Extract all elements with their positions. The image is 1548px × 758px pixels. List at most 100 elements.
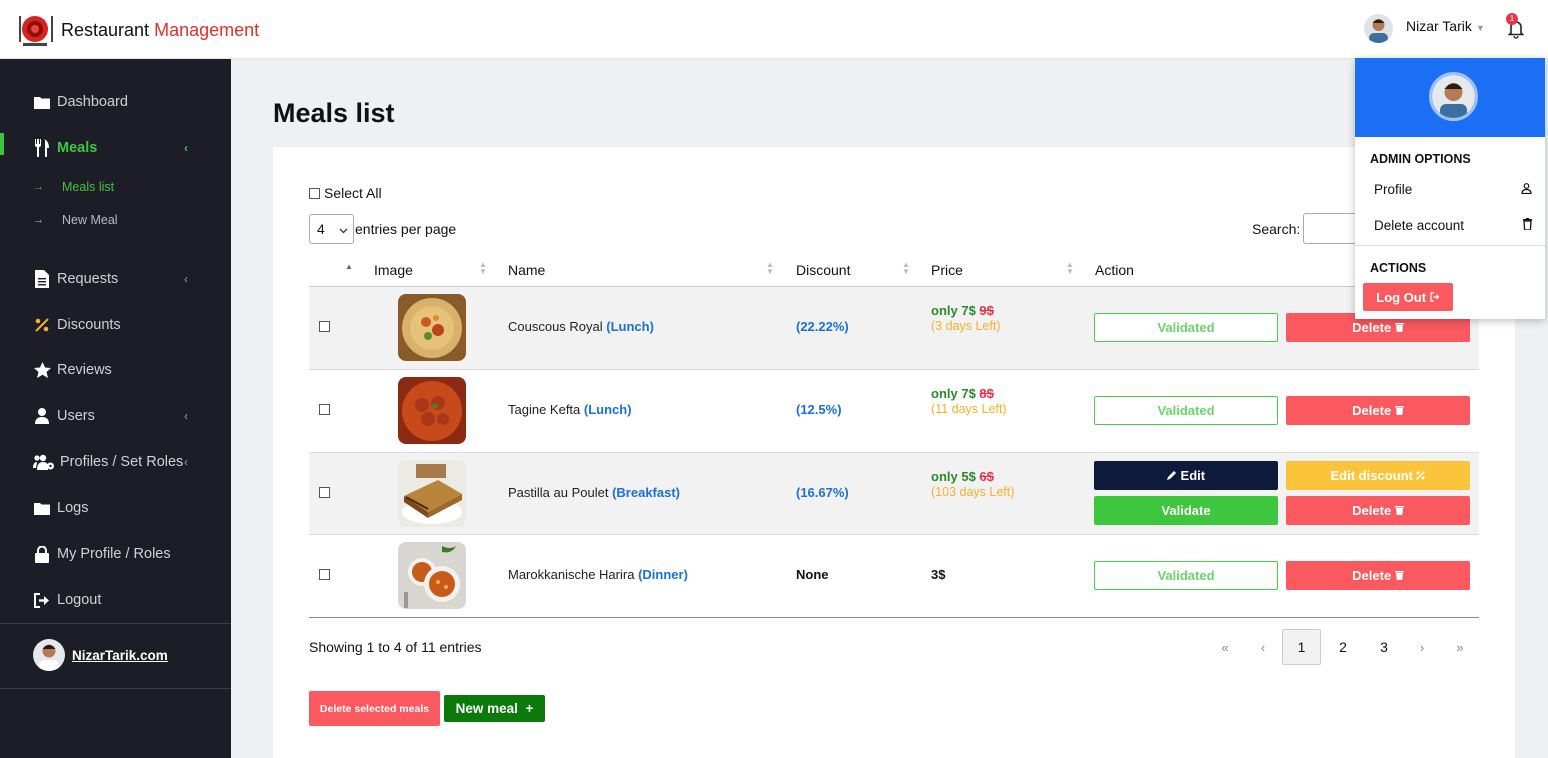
sidebar-item-label: Meals — [57, 140, 98, 156]
sort-icon[interactable]: ▲ ▼ — [766, 261, 774, 276]
sidebar-item-logs[interactable]: Logs — [0, 493, 231, 523]
select-all-checkbox[interactable]: Select All — [309, 185, 382, 201]
sign-out-icon — [1430, 290, 1440, 305]
chevron-down-icon[interactable]: ▼ — [1476, 23, 1485, 33]
entries-per-page: 4 entries per page — [309, 214, 456, 244]
user-dropdown: ADMIN OPTIONS Profile Delete account ACT… — [1355, 58, 1545, 319]
meal-price: only 7$ 9$ (3 days Left) — [931, 303, 1000, 334]
validated-button[interactable]: Validated — [1094, 313, 1278, 342]
pagination-page[interactable]: 3 — [1366, 629, 1402, 665]
meal-category[interactable]: (Lunch) — [606, 319, 654, 334]
discount-days-left: (103 days Left) — [931, 485, 1015, 499]
sidebar-item-requests[interactable]: Requests ‹ — [0, 264, 231, 294]
meal-image[interactable] — [398, 294, 466, 361]
sidebar-item-profiles-set-roles[interactable]: Profiles / Set Roles ‹ — [0, 447, 231, 477]
meal-category[interactable]: (Breakfast) — [612, 485, 680, 500]
sidebar-item-label: Reviews — [57, 362, 112, 378]
search-input[interactable] — [1303, 213, 1363, 244]
meal-name: Marokkanische Harira (Dinner) — [508, 567, 688, 582]
dropdown-divider — [1355, 245, 1545, 246]
price-current: only 7$ — [931, 386, 976, 401]
pagination-page[interactable]: 2 — [1325, 629, 1361, 665]
search-label: Search: — [1252, 221, 1301, 237]
price-old: 6$ — [979, 469, 994, 484]
meal-category[interactable]: (Lunch) — [584, 402, 632, 417]
row-checkbox[interactable] — [319, 321, 330, 332]
sidebar-item-users[interactable]: Users ‹ — [0, 401, 231, 431]
sidebar-footer-link-label: NizarTarik.com — [72, 647, 168, 663]
utensils-icon — [33, 139, 51, 157]
sidebar-subitem-label: Meals list — [62, 180, 115, 194]
dropdown-item-delete-account[interactable]: Delete account — [1374, 218, 1532, 233]
delete-button[interactable]: Delete — [1286, 496, 1470, 525]
sidebar: Dashboard Meals ‹ → Meals list → New Mea… — [0, 59, 231, 758]
dropdown-item-label: Profile — [1374, 182, 1413, 197]
sidebar-item-logout[interactable]: Logout — [0, 585, 231, 615]
brand-title[interactable]: Restaurant Management — [61, 20, 259, 41]
pagination-next[interactable]: › — [1407, 629, 1437, 665]
delete-button[interactable]: Delete — [1286, 561, 1470, 590]
sidebar-item-dashboard[interactable]: Dashboard — [0, 87, 231, 117]
edit-button[interactable]: Edit — [1094, 461, 1278, 490]
user-name[interactable]: Nizar Tarik — [1406, 18, 1472, 34]
sidebar-footer-link[interactable]: NizarTarik.com — [33, 639, 168, 671]
sidebar-item-label: Profiles / Set Roles — [60, 454, 184, 470]
dropdown-item-profile[interactable]: Profile — [1374, 182, 1532, 197]
sidebar-subitem-new-meal[interactable]: → New Meal — [33, 213, 118, 227]
user-icon — [1521, 182, 1532, 197]
meal-discount: None — [796, 567, 829, 582]
meal-category[interactable]: (Dinner) — [638, 567, 688, 582]
entries-select[interactable]: 4 — [309, 214, 354, 244]
row-checkbox[interactable] — [319, 404, 330, 415]
column-header-action: Action — [1095, 262, 1134, 278]
edit-discount-button[interactable]: Edit discount — [1286, 461, 1470, 490]
checkbox[interactable] — [309, 187, 320, 199]
entries-label: entries per page — [355, 221, 457, 237]
sidebar-item-discounts[interactable]: Discounts — [0, 310, 231, 340]
logout-button[interactable]: Log Out — [1363, 283, 1453, 311]
pagination-first[interactable]: « — [1210, 629, 1240, 665]
pagination-page[interactable]: 1 — [1282, 629, 1321, 665]
sidebar-item-my-profile-roles[interactable]: My Profile / Roles — [0, 539, 231, 569]
sort-icon[interactable]: ▲ ▼ — [479, 261, 487, 276]
meal-image[interactable] — [398, 542, 466, 609]
validated-button[interactable]: Validated — [1094, 561, 1278, 590]
discount-days-left: (3 days Left) — [931, 319, 1001, 333]
restaurant-logo-icon[interactable] — [17, 13, 57, 47]
sidebar-item-label: Users — [57, 408, 95, 424]
discount-days-left: (11 days Left) — [931, 402, 1007, 416]
validate-button[interactable]: Validate — [1094, 496, 1278, 525]
sidebar-item-reviews[interactable]: Reviews — [0, 355, 231, 385]
new-meal-button[interactable]: New meal + — [444, 695, 545, 722]
column-header-name[interactable]: Name — [508, 262, 545, 278]
meal-discount: (12.5%) — [796, 402, 842, 417]
sort-icon[interactable]: ▲ ▼ — [902, 261, 910, 276]
delete-label: Delete — [1352, 568, 1392, 583]
meal-discount: (16.67%) — [796, 485, 849, 500]
trash-icon — [1394, 403, 1404, 418]
column-header-discount[interactable]: Discount — [796, 262, 850, 278]
table-row: Marokkanische Harira (Dinner) None 3$ Va… — [309, 535, 1479, 618]
sort-asc-icon[interactable]: ▲ — [345, 263, 353, 271]
sidebar-subitem-meals-list[interactable]: → Meals list — [33, 180, 114, 194]
top-bar: Restaurant Management Nizar Tarik ▼ 1 — [0, 0, 1548, 59]
meal-image[interactable] — [398, 377, 466, 444]
validated-button[interactable]: Validated — [1094, 396, 1278, 425]
sidebar-item-meals[interactable]: Meals ‹ — [0, 133, 231, 163]
avatar[interactable] — [1364, 14, 1393, 43]
price-old: 9$ — [979, 303, 994, 318]
pagination-prev[interactable]: ‹ — [1248, 629, 1278, 665]
sidebar-divider — [0, 688, 231, 689]
sidebar-item-label: Requests — [57, 271, 119, 287]
delete-selected-button[interactable]: Delete selected meals — [309, 691, 440, 726]
row-checkbox[interactable] — [319, 487, 330, 498]
row-checkbox[interactable] — [319, 569, 330, 580]
column-header-image[interactable]: Image — [374, 262, 413, 278]
column-header-price[interactable]: Price — [931, 262, 963, 278]
edit-discount-label: Edit discount — [1330, 468, 1413, 483]
sort-icon[interactable]: ▲ ▼ — [1066, 261, 1074, 276]
meal-image[interactable] — [398, 460, 466, 527]
pagination-last[interactable]: » — [1445, 629, 1475, 665]
delete-button[interactable]: Delete — [1286, 396, 1470, 425]
chevron-left-icon: ‹ — [184, 141, 188, 155]
